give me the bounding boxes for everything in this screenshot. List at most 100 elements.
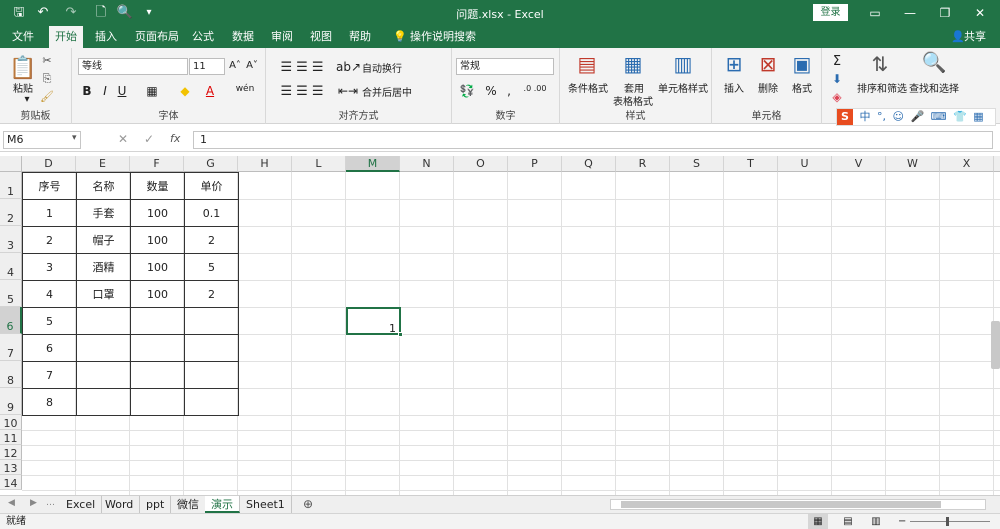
horizontal-scrollbar[interactable] — [610, 499, 986, 510]
table-cell[interactable] — [185, 389, 239, 416]
horizontal-scrollbar-thumb[interactable] — [621, 501, 941, 508]
percent-button[interactable]: % — [484, 84, 498, 98]
ime-keyboard-icon[interactable]: ⌨ — [931, 110, 947, 123]
fill-icon[interactable]: ⬇ — [830, 72, 844, 86]
zoom-slider-thumb[interactable] — [946, 517, 949, 526]
table-cell[interactable] — [77, 308, 131, 335]
format-painter-icon[interactable]: 🖌 — [40, 90, 54, 103]
paste-button[interactable]: 粘贴 — [6, 80, 40, 95]
page-layout-view-icon[interactable]: ▤ — [838, 514, 858, 529]
format-cells-button[interactable]: 格式 — [788, 80, 816, 95]
ime-menu-icon[interactable]: ▦ — [973, 110, 983, 123]
table-cell[interactable]: 7 — [23, 362, 77, 389]
close-icon[interactable]: ✕ — [965, 3, 995, 23]
row-header-10[interactable]: 10 — [0, 415, 22, 430]
tab-help[interactable]: 帮助 — [343, 26, 377, 48]
indent-icons[interactable]: ⇤⇥ — [336, 84, 360, 98]
confirm-entry-icon[interactable]: ✓ — [144, 132, 154, 146]
column-header-u[interactable]: U — [778, 156, 832, 172]
column-header-f[interactable]: F — [130, 156, 184, 172]
italic-button[interactable]: I — [98, 84, 112, 98]
restore-icon[interactable]: ❐ — [930, 3, 960, 23]
vertical-scrollbar-thumb[interactable] — [991, 321, 1000, 369]
row-header-14[interactable]: 14 — [0, 475, 22, 490]
sheet-tab-word[interactable]: Word — [99, 496, 141, 513]
insert-function-icon[interactable]: fx — [170, 132, 180, 145]
tab-page-layout[interactable]: 页面布局 — [129, 26, 185, 48]
undo-icon[interactable]: ↶ — [34, 4, 52, 22]
table-cell[interactable]: 8 — [23, 389, 77, 416]
number-format-select[interactable]: 常规 — [456, 58, 554, 75]
table-cell[interactable] — [185, 362, 239, 389]
share-button[interactable]: 共享 — [958, 26, 992, 48]
table-cell[interactable] — [77, 335, 131, 362]
borders-icon[interactable]: ▦ — [144, 84, 160, 98]
find-select-button[interactable]: 查找和选择 — [908, 80, 960, 95]
row-header-3[interactable]: 3 — [0, 226, 22, 253]
customize-toolbar-icon[interactable]: ▾ — [140, 4, 158, 22]
underline-button[interactable]: U — [115, 84, 129, 98]
find-select-icon[interactable]: 🔍 — [920, 50, 948, 74]
column-header-m[interactable]: M — [346, 156, 400, 172]
row-header-1[interactable]: 1 — [0, 172, 22, 199]
tab-formulas[interactable]: 公式 — [186, 26, 220, 48]
column-header-e[interactable]: E — [76, 156, 130, 172]
delete-cells-button[interactable]: 删除 — [754, 80, 782, 95]
tab-view[interactable]: 视图 — [304, 26, 338, 48]
ribbon-display-options-icon[interactable]: ▭ — [860, 3, 890, 23]
sogou-icon[interactable]: S — [837, 109, 853, 125]
font-color-icon[interactable]: A — [202, 84, 218, 98]
table-cell[interactable]: 100 — [131, 281, 185, 308]
row-header-8[interactable]: 8 — [0, 361, 22, 388]
table-cell[interactable]: 5 — [185, 254, 239, 281]
login-button[interactable]: 登录 — [813, 4, 848, 21]
table-cell[interactable]: 酒精 — [77, 254, 131, 281]
format-table-label-2[interactable]: 表格格式 — [608, 93, 658, 108]
tab-data[interactable]: 数据 — [226, 26, 260, 48]
currency-icon[interactable]: 💱 — [458, 84, 476, 98]
copy-icon[interactable]: ⎘ — [40, 72, 54, 86]
ime-emoji-icon[interactable]: ☺ — [893, 110, 904, 123]
sort-filter-button[interactable]: 排序和筛选 — [856, 80, 908, 95]
sheet-tab-demo[interactable]: 演示 — [205, 496, 240, 513]
table-cell[interactable]: 口罩 — [77, 281, 131, 308]
table-cell[interactable]: 1 — [23, 200, 77, 227]
shrink-font-icon[interactable]: A˅ — [244, 60, 260, 71]
phonetic-guide-icon[interactable]: wén — [232, 84, 258, 94]
add-sheet-icon[interactable]: ⊕ — [303, 497, 313, 511]
font-name-select[interactable]: 等线 — [78, 58, 188, 75]
table-cell[interactable] — [185, 308, 239, 335]
table-cell[interactable] — [131, 308, 185, 335]
zoom-out-icon[interactable]: − — [898, 514, 906, 529]
formula-input[interactable]: 1 — [193, 131, 993, 149]
table-cell[interactable]: 手套 — [77, 200, 131, 227]
horizontal-align-icons[interactable]: ☰☰☰ — [274, 84, 334, 99]
wrap-text-button[interactable]: 自动换行 — [362, 60, 442, 75]
decimal-icons[interactable]: .0 .00 — [520, 84, 550, 93]
conditional-format-button[interactable]: 条件格式 — [562, 80, 614, 95]
column-header-s[interactable]: S — [670, 156, 724, 172]
delete-cells-icon[interactable]: ⊠ — [754, 52, 782, 76]
grow-font-icon[interactable]: A˄ — [227, 60, 243, 71]
sheet-tab-wechat[interactable]: 微信 — [171, 496, 206, 513]
row-header-11[interactable]: 11 — [0, 430, 22, 445]
ime-punctuation-icon[interactable]: °, — [877, 110, 886, 123]
column-header-w[interactable]: W — [886, 156, 940, 172]
column-header-g[interactable]: G — [184, 156, 238, 172]
sort-filter-icon[interactable]: ⇅ — [866, 52, 894, 76]
name-box-dropdown-icon[interactable]: ▾ — [72, 133, 77, 143]
column-header-y[interactable]: Y — [994, 156, 1000, 172]
active-cell[interactable]: 1 — [346, 307, 401, 335]
row-header-4[interactable]: 4 — [0, 253, 22, 280]
row-header-9[interactable]: 9 — [0, 388, 22, 415]
save-icon[interactable]: 🖫 — [10, 4, 28, 22]
table-cell[interactable]: 100 — [131, 227, 185, 254]
table-header-cell[interactable]: 单价 — [185, 173, 239, 200]
fill-handle[interactable] — [398, 332, 403, 337]
ime-skin-icon[interactable]: 👕 — [953, 110, 967, 123]
column-header-d[interactable]: D — [22, 156, 76, 172]
table-cell[interactable]: 5 — [23, 308, 77, 335]
table-cell[interactable]: 100 — [131, 200, 185, 227]
column-header-r[interactable]: R — [616, 156, 670, 172]
row-header-2[interactable]: 2 — [0, 199, 22, 226]
